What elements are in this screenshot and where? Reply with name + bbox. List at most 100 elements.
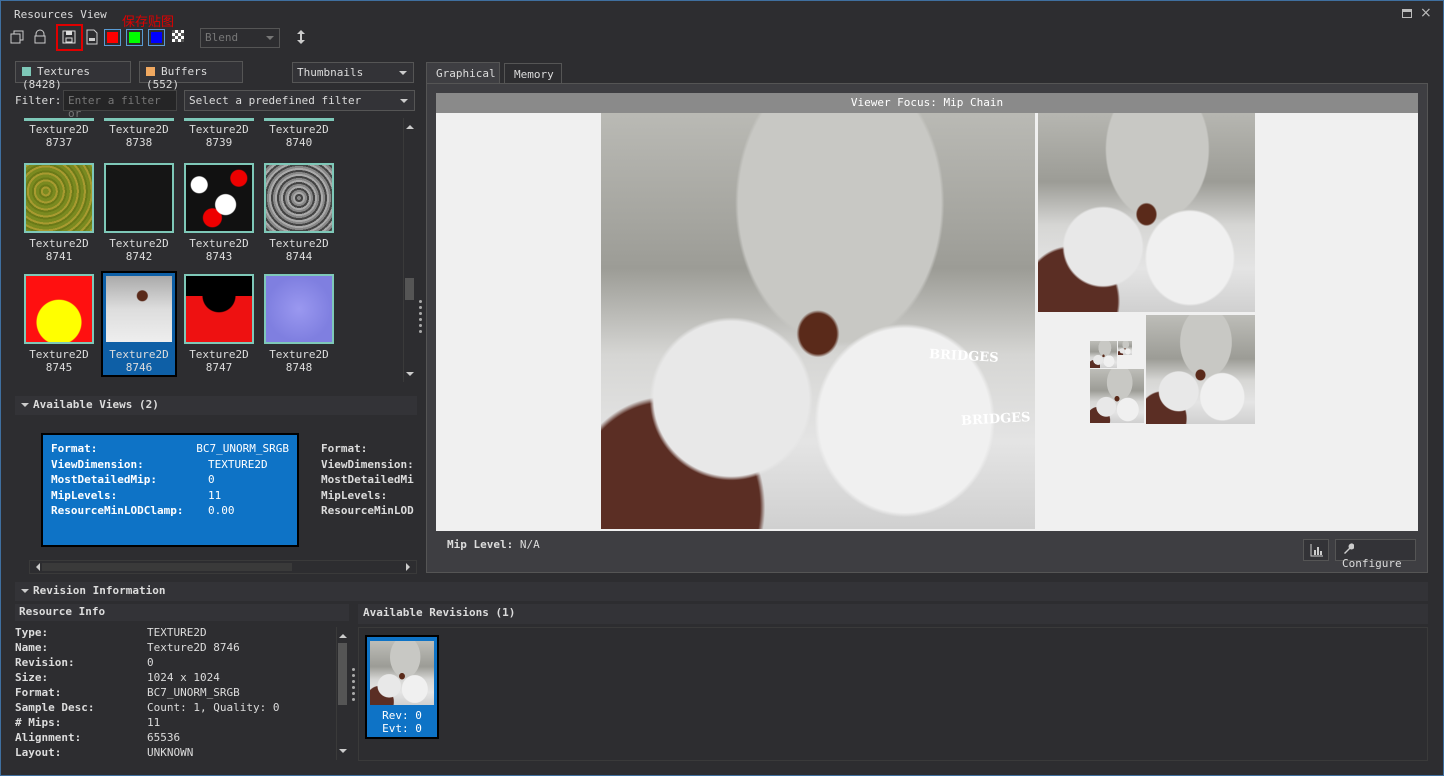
info-value: 65536 <box>147 731 181 744</box>
blend-mode-select[interactable]: Blend <box>200 28 280 48</box>
resource-info-panel: Resource Info Type: TEXTURE2D Name: Textur… <box>15 604 349 760</box>
mip-level-5[interactable] <box>1118 341 1132 355</box>
info-key: Format: <box>15 686 62 699</box>
tab-memory[interactable]: Memory <box>504 63 562 85</box>
red-channel-toggle[interactable] <box>104 29 121 46</box>
mip-level-label: Mip Level: <box>447 538 514 551</box>
tile-id: 8738 <box>125 136 153 149</box>
texture-tile-8737[interactable]: Texture2D 8737 <box>19 118 99 149</box>
texture-thumbnail <box>104 163 174 233</box>
predefined-filter-select[interactable]: Select a predefined filter <box>184 90 415 111</box>
tile-type: Texture2D <box>109 123 169 136</box>
tile-type: Texture2D <box>269 237 329 250</box>
available-views-header[interactable]: Available Views (2) <box>15 396 417 415</box>
mip-level-3[interactable] <box>1090 369 1144 423</box>
tile-type: Texture2D <box>109 348 169 361</box>
resource-info-scrollbar[interactable] <box>336 627 349 760</box>
texture-tile-8740[interactable]: Texture2D 8740 <box>259 118 339 149</box>
blue-channel-toggle[interactable] <box>148 29 165 46</box>
export-icon[interactable] <box>84 29 100 45</box>
available-revisions-header: Available Revisions (1) <box>358 604 1428 624</box>
texture-tile-8743[interactable]: Texture2D 8743 <box>179 163 259 263</box>
histogram-button[interactable] <box>1303 539 1329 561</box>
view-card-1[interactable]: Format: BC7_UNORM_SRGB ViewDimension: TEXT… <box>41 433 299 547</box>
revision-splitter-grip[interactable] <box>352 668 356 704</box>
mip-level-2[interactable] <box>1146 315 1255 424</box>
info-key: Name: <box>15 641 49 654</box>
texture-thumbnail <box>24 163 94 233</box>
info-value: 0 <box>147 656 154 669</box>
tile-id: 8748 <box>285 361 313 374</box>
view-key: ViewDimension: <box>51 457 144 471</box>
tile-type: Texture2D <box>269 123 329 136</box>
tab-graphical-label: Graphical <box>436 67 496 80</box>
texture-tile-8744[interactable]: Texture2D 8744 <box>259 163 339 263</box>
filter-input[interactable]: Enter a filter or <box>63 90 177 120</box>
texture-grid-scrollbar[interactable] <box>403 118 415 382</box>
maximize-icon[interactable] <box>1402 9 1412 18</box>
tile-type: Texture2D <box>189 123 249 136</box>
mip-level-1[interactable] <box>1038 95 1255 312</box>
resize-vertical-icon[interactable] <box>294 29 310 45</box>
scroll-thumb[interactable] <box>338 643 347 705</box>
available-revisions-panel <box>358 627 1428 761</box>
texture-tile-8745[interactable]: Texture2D 8745 <box>19 274 99 374</box>
revision-thumbnail <box>370 641 434 705</box>
texture-tile-8739[interactable]: Texture2D 8739 <box>179 118 259 149</box>
buffers-filter-button[interactable]: Buffers (552) <box>139 61 243 91</box>
tab-graphical[interactable]: Graphical <box>426 62 500 84</box>
revision-information-header[interactable]: Revision Information <box>15 582 1428 601</box>
alpha-channel-icon[interactable] <box>172 30 184 42</box>
texture-tile-8748[interactable]: Texture2D 8748 <box>259 274 339 374</box>
view-value: 11 <box>208 488 222 502</box>
info-key: # Mips: <box>15 716 62 729</box>
lock-icon[interactable] <box>32 29 48 45</box>
configure-button[interactable]: Configure <box>1335 539 1416 570</box>
blue-channel-icon <box>151 32 162 43</box>
info-value: Texture2D 8746 <box>147 641 240 654</box>
window-title: Resources View <box>14 8 107 21</box>
resource-info-header: Resource Info <box>15 604 349 621</box>
copy-icon[interactable] <box>10 29 26 45</box>
mip-level-value: N/A <box>519 538 540 551</box>
save-annotation-box <box>56 24 83 51</box>
view-key: Format: <box>51 442 98 455</box>
tile-id: 8744 <box>285 250 313 263</box>
texture-thumbnail <box>264 274 334 344</box>
tile-id: 8741 <box>45 250 73 263</box>
texture-thumbnail <box>184 274 254 344</box>
tile-type: Texture2D <box>29 123 89 136</box>
texture-tile-8742[interactable]: Texture2D 8742 <box>99 163 179 263</box>
info-value: 11 <box>147 716 161 729</box>
view-value: TEXTURE2D <box>208 457 268 471</box>
texture-tile-8746[interactable]: Texture2D 8746 <box>101 271 177 377</box>
scroll-thumb[interactable] <box>405 278 414 300</box>
tile-id: 8737 <box>45 136 73 149</box>
tile-type: Texture2D <box>269 348 329 361</box>
wrench-icon <box>1344 543 1355 554</box>
view-mode-select[interactable]: Thumbnails <box>292 62 414 83</box>
configure-label: Configure <box>1342 557 1402 570</box>
texture-tile-8738[interactable]: Texture2D 8738 <box>99 118 179 149</box>
vertical-splitter-grip[interactable] <box>419 300 423 336</box>
info-key: Revision: <box>15 656 75 669</box>
texture-tile-8741[interactable]: Texture2D 8741 <box>19 163 99 263</box>
texture-tile-8747[interactable]: Texture2D 8747 <box>179 274 259 374</box>
textures-filter-button[interactable]: Textures (8428) <box>15 61 131 91</box>
mip-level-0[interactable] <box>601 95 1035 529</box>
texture-thumbnail <box>264 163 334 233</box>
view-card-2[interactable]: Format: ViewDimension: MostDetailedMi Mi… <box>321 441 417 531</box>
texture-viewer[interactable]: BRIDGES BRIDGES <box>436 93 1418 531</box>
revision-number: Rev: 0 <box>382 709 422 722</box>
histogram-icon <box>1310 544 1323 557</box>
revision-information-title: Revision Information <box>33 584 166 597</box>
views-horizontal-scrollbar[interactable] <box>29 560 417 574</box>
green-channel-toggle[interactable] <box>126 29 143 46</box>
mip-level-4[interactable] <box>1090 341 1117 368</box>
view-value: 0.00 <box>208 504 235 517</box>
close-icon[interactable]: × <box>1420 5 1432 21</box>
scroll-thumb[interactable] <box>42 563 292 571</box>
revision-card[interactable]: Rev: 0 Evt: 0 <box>365 635 439 739</box>
info-value: 1024 x 1024 <box>147 671 220 684</box>
texture-thumbnail <box>104 274 174 344</box>
